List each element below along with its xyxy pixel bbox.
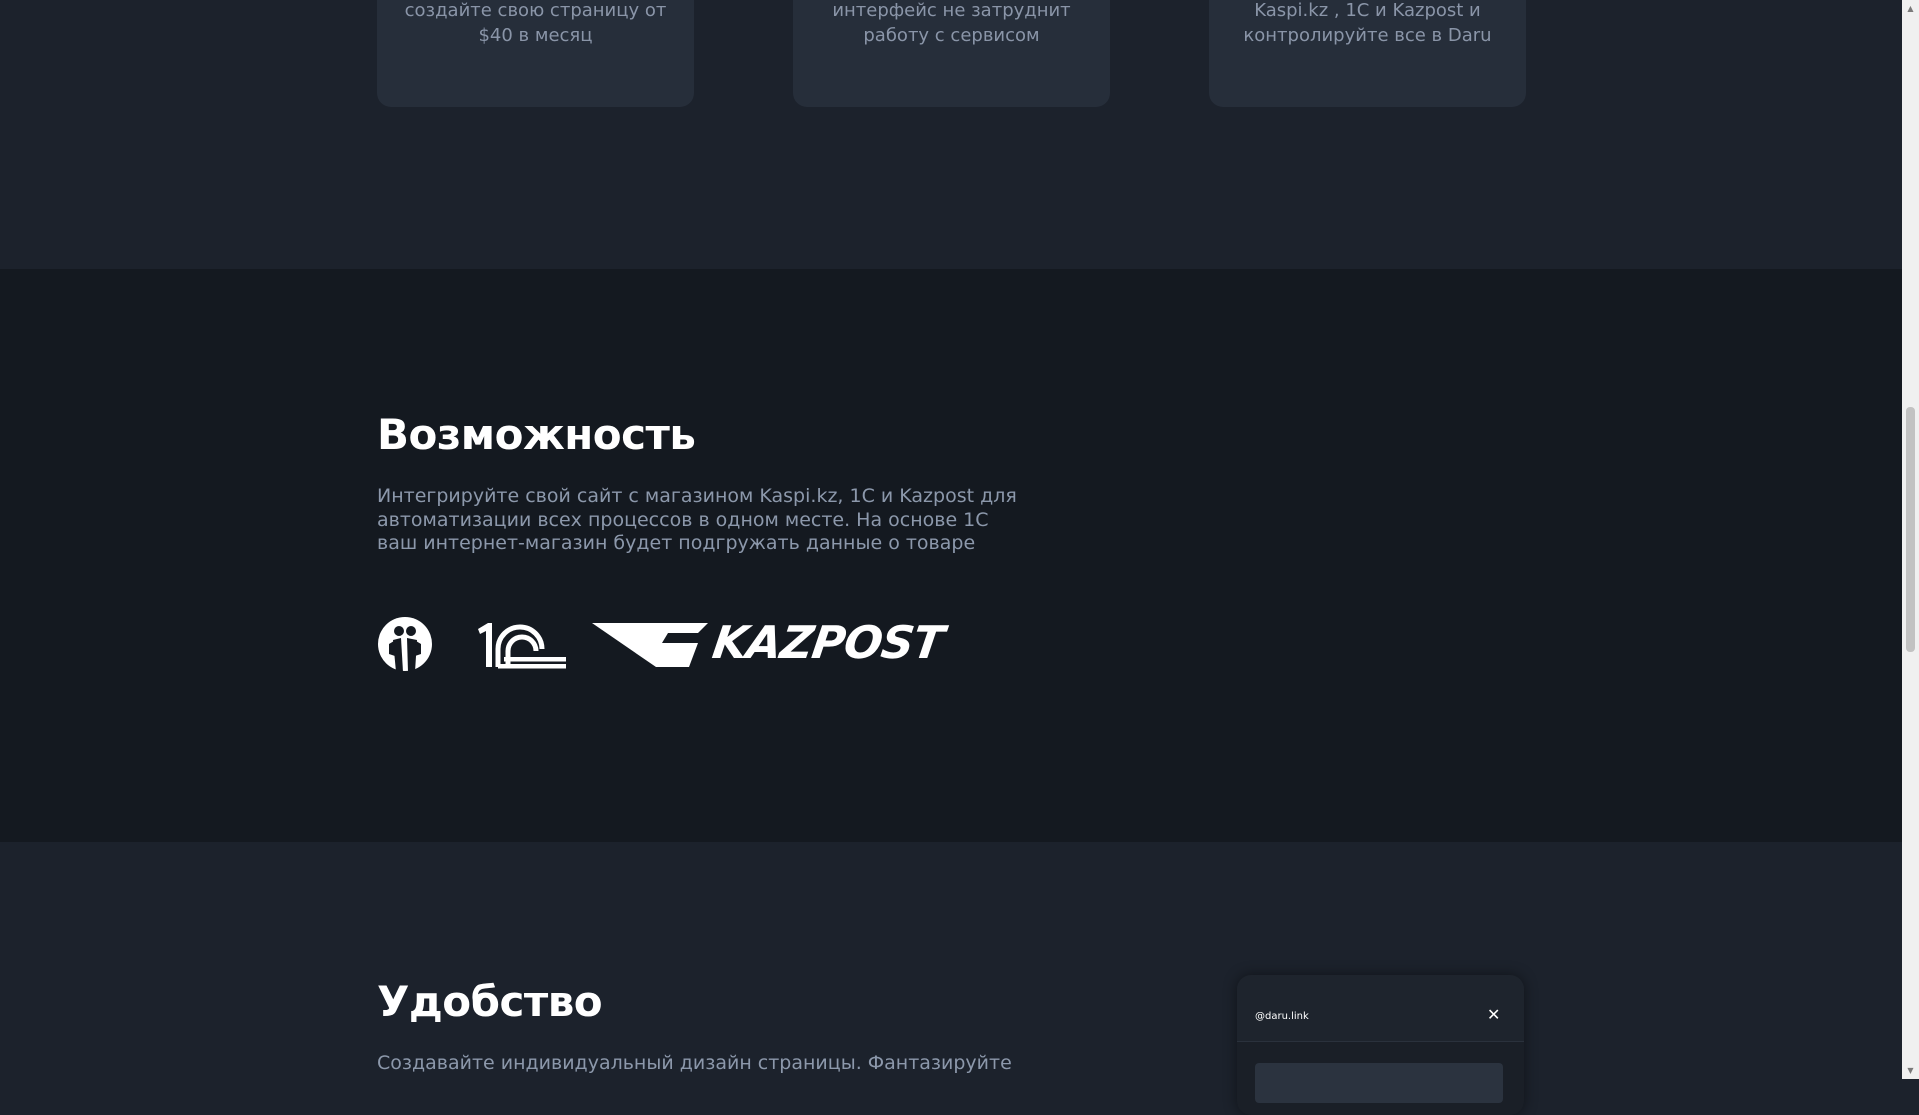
capability-title: Возможность: [377, 410, 696, 459]
popup-url: @daru.link: [1255, 1011, 1309, 1022]
scroll-up-icon[interactable]: ▲: [1902, 0, 1919, 17]
page-scrollbar[interactable]: ▲ ▼: [1902, 0, 1919, 1079]
feature-card-interface: интерфейс не затруднит работу с сервисом: [793, 0, 1110, 107]
capability-text: Интегрируйте свой сайт с магазином Kaspi…: [377, 485, 1017, 554]
popup-input-field[interactable]: [1255, 1063, 1503, 1103]
feature-card-price-line2: $40 в месяц: [478, 25, 593, 46]
popup-header: @daru.link ✕: [1237, 975, 1524, 1042]
convenience-text: Создавайте индивидуальный дизайн страниц…: [377, 1052, 1012, 1074]
kazpost-envelope-icon: [592, 623, 708, 667]
feature-card-price: создайте свою страницу от $40 в месяц: [377, 0, 694, 107]
close-icon[interactable]: ✕: [1487, 1005, 1500, 1024]
feature-card-integration-line2: контролируйте все в Daru: [1243, 25, 1492, 46]
scroll-down-icon[interactable]: ▼: [1902, 1062, 1919, 1079]
link-preview-popup: @daru.link ✕: [1237, 975, 1524, 1115]
feature-card-interface-line1: интерфейс не затруднит: [832, 0, 1071, 21]
kaspi-logo-icon: [378, 617, 432, 672]
features-section: создайте свою страницу от $40 в месяц ин…: [0, 0, 1902, 269]
feature-card-price-line1: создайте свою страницу от: [404, 0, 667, 21]
convenience-title: Удобство: [377, 977, 603, 1026]
feature-card-interface-line2: работу с сервисом: [863, 25, 1040, 46]
convenience-section: [0, 842, 1902, 1079]
kazpost-wordmark: KAZPOST: [709, 616, 947, 669]
feature-card-integration-line1: Kaspi.kz , 1С и Kazpost и: [1254, 0, 1481, 21]
1c-logo-icon: [478, 623, 566, 669]
scrollbar-thumb[interactable]: [1906, 407, 1915, 652]
feature-card-integration: Kaspi.kz , 1С и Kazpost и контролируйте …: [1209, 0, 1526, 107]
capability-section: [0, 269, 1902, 842]
